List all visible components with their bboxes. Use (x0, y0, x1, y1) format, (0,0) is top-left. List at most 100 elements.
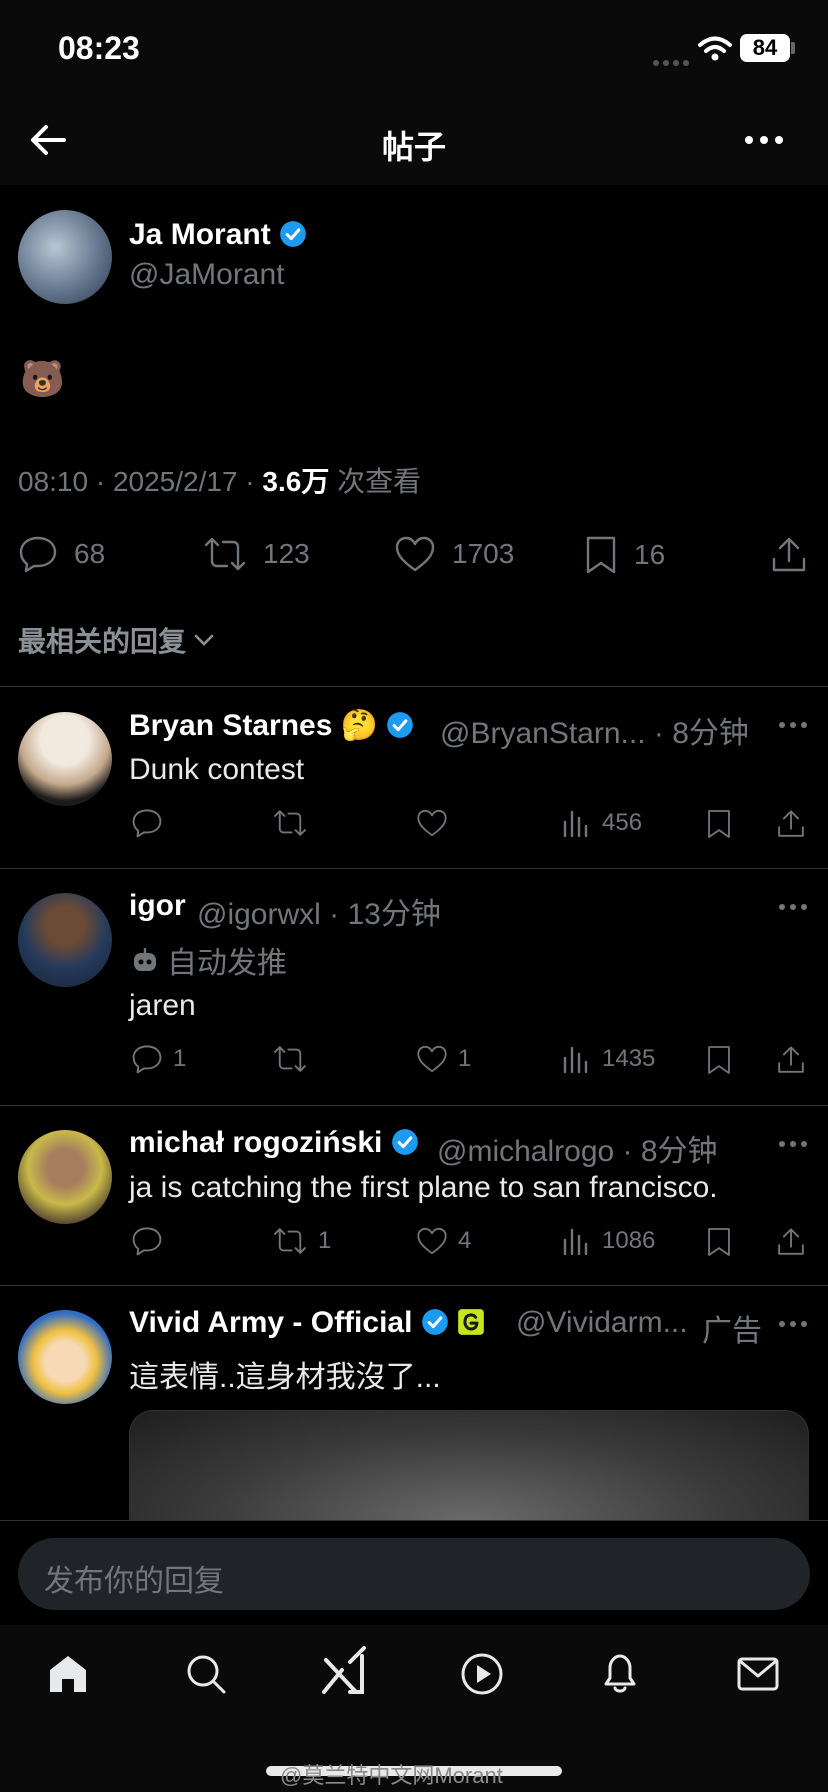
reply-author-name[interactable]: igor (129, 889, 186, 923)
nav-video[interactable] (460, 1652, 504, 1701)
reply-share-button[interactable] (776, 1044, 806, 1081)
bot-icon (134, 948, 156, 971)
reply-avatar[interactable] (18, 712, 112, 806)
nav-grok[interactable] (320, 1646, 368, 1701)
battery-tip (791, 42, 795, 54)
reply-icon (132, 1227, 162, 1256)
reply-button[interactable]: 68 (18, 535, 105, 573)
reply-author-name[interactable]: michał rogoziński (129, 1126, 419, 1160)
author-name-text: Ja Morant (129, 218, 271, 251)
reply-views-button[interactable]: 1086 (562, 1226, 655, 1256)
reply-reply-button[interactable]: 1 (131, 1044, 186, 1074)
reply-handle[interactable]: @BryanStarn... · 8分钟 (440, 708, 749, 752)
divider (0, 868, 828, 869)
repost-icon (274, 810, 306, 836)
reply-handle[interactable]: @igorwxl · 13分钟 (197, 889, 441, 933)
more-icon (745, 136, 783, 144)
reply-share-button[interactable] (776, 1226, 806, 1263)
reply-text: 這表情..這身材我沒了... (129, 1361, 441, 1394)
reply-like-count: 4 (458, 1227, 472, 1254)
repost-icon (204, 537, 246, 571)
bookmark-count: 16 (634, 539, 666, 570)
nav-messages[interactable] (736, 1654, 780, 1699)
reply-share-button[interactable] (776, 808, 806, 845)
post-views-count: 3.6万 (262, 466, 330, 497)
reply-text: ja is catching the first plane to san fr… (129, 1171, 718, 1204)
affiliate-badge-icon (458, 1309, 484, 1335)
nav-home[interactable] (46, 1652, 90, 1701)
author-name[interactable]: Ja Morant (129, 218, 307, 252)
reply-handle[interactable]: @Vividarm... (516, 1306, 688, 1340)
page-title: 帖子 (381, 129, 446, 165)
mail-icon (737, 1657, 779, 1691)
battery-icon: 84 (740, 34, 790, 62)
author-handle[interactable]: @JaMorant (129, 258, 285, 292)
repost-button[interactable]: 123 (203, 535, 310, 573)
reply-views-button[interactable]: 1435 (562, 1044, 655, 1074)
bookmark-icon (708, 810, 730, 838)
verified-badge-icon (421, 1309, 448, 1335)
reply-repost-count: 1 (318, 1227, 332, 1254)
post-meta: 08:10 · 2025/2/17 · 3.6万 次查看 (18, 460, 421, 500)
reply-avatar[interactable] (18, 1310, 112, 1404)
author-avatar[interactable] (18, 210, 112, 304)
reply-reply-button[interactable] (131, 1226, 163, 1261)
automated-label: 自动发推 (131, 938, 287, 982)
reply-bookmark-button[interactable] (706, 808, 732, 845)
reply-author-name-text: Bryan Starnes (129, 709, 333, 742)
verified-badge-icon (280, 221, 306, 247)
reply-reply-button[interactable] (131, 808, 163, 843)
wifi-icon (698, 36, 732, 67)
reply-handle[interactable]: @michalrogo · 8分钟 (437, 1126, 718, 1170)
divider (0, 1105, 828, 1106)
sort-replies-dropdown[interactable]: 最相关的回复 (18, 620, 216, 660)
reply-author-name[interactable]: Vivid Army - Official (129, 1306, 485, 1340)
reply-more-button[interactable] (778, 1137, 808, 1155)
reply-like-button[interactable]: 4 (416, 1226, 471, 1256)
heart-icon (395, 536, 435, 572)
reply-repost-button[interactable] (272, 1044, 308, 1079)
repost-count: 123 (263, 538, 310, 569)
bookmark-icon (708, 1228, 730, 1256)
reply-text: Dunk contest (129, 753, 305, 786)
reply-views-button[interactable]: 456 (562, 808, 642, 838)
reply-like-button[interactable]: 1 (416, 1044, 471, 1074)
nav-notifications[interactable] (598, 1650, 642, 1701)
like-button[interactable]: 1703 (394, 535, 514, 573)
reply-repost-button[interactable] (272, 808, 308, 843)
reply-avatar[interactable] (18, 893, 112, 987)
divider (0, 686, 828, 687)
ad-media[interactable] (129, 1410, 809, 1520)
reply-count: 68 (74, 538, 106, 569)
home-icon (50, 1656, 86, 1692)
ad-label: 广告 (702, 1315, 762, 1348)
reply-more-button[interactable] (778, 900, 808, 918)
share-icon (772, 537, 806, 572)
reply-icon (132, 809, 162, 838)
reply-avatar[interactable] (18, 1130, 112, 1224)
nav-search[interactable] (184, 1652, 228, 1701)
more-icon (779, 1141, 807, 1147)
post-views-label: 次查看 (329, 466, 422, 497)
reply-more-button[interactable] (778, 718, 808, 736)
bookmark-button[interactable]: 16 (584, 535, 665, 575)
more-icon (779, 1321, 807, 1327)
reply-view-count: 1435 (602, 1045, 656, 1072)
reply-author-name[interactable]: Bryan Starnes 🤔 (129, 708, 414, 743)
reply-text: jaren (129, 989, 196, 1022)
repost-icon (274, 1228, 306, 1254)
reply-repost-button[interactable]: 1 (272, 1226, 331, 1256)
battery-level: 84 (752, 35, 778, 60)
verified-badge-icon (387, 712, 414, 738)
heart-icon (417, 1045, 447, 1073)
reply-more-button[interactable] (778, 1317, 808, 1335)
analytics-icon (563, 1046, 588, 1074)
share-button[interactable] (770, 535, 808, 580)
like-count: 1703 (452, 538, 515, 569)
reply-bookmark-button[interactable] (706, 1226, 732, 1263)
reply-like-button[interactable] (416, 808, 448, 843)
reply-bookmark-button[interactable] (706, 1044, 732, 1081)
more-options-button[interactable] (744, 130, 784, 155)
search-icon (187, 1655, 226, 1694)
reply-reply-count: 1 (173, 1045, 187, 1072)
